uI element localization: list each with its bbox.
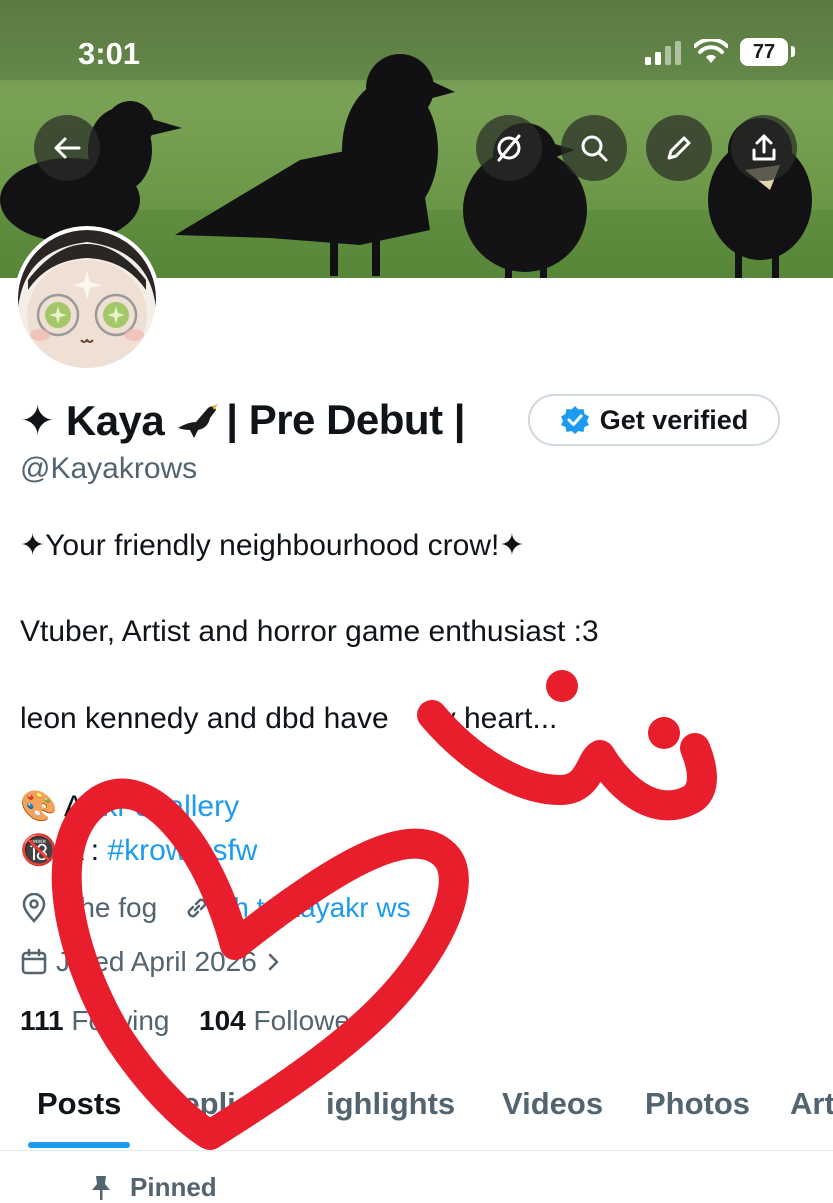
calendar-icon <box>21 948 47 975</box>
bio-line-3-end: y heart... <box>440 702 558 735</box>
tab-highlights[interactable]: ighlights <box>326 1086 455 1122</box>
bio-art-label: Ar <box>64 790 95 823</box>
pencil-icon <box>667 136 691 160</box>
display-name: ✦ Kaya <box>20 396 165 444</box>
display-name-suffix: | Pre Debut | <box>226 396 465 443</box>
tab-posts[interactable]: Posts <box>37 1086 121 1122</box>
edit-button[interactable] <box>646 115 712 181</box>
follow-counts: 111 Fo wing 104 Followers <box>20 1005 373 1037</box>
followers-count: 104 <box>199 1005 246 1036</box>
blackbird-emoji-icon <box>178 404 219 438</box>
followers-link[interactable]: 104 Followers <box>199 1005 373 1036</box>
share-icon <box>752 134 776 161</box>
profile-handle: @Kayakrows <box>20 452 198 485</box>
location-pin-icon <box>22 893 46 923</box>
bio-line-2: Vtuber, Artist and horror game enthusias… <box>20 615 599 648</box>
profile-tabs: Posts Replies ighlights Videos Photos Ar… <box>0 1070 833 1151</box>
joined-date-text: J ned April 2026 <box>56 946 257 977</box>
website-item[interactable]: ch.tv/kayakr ws <box>183 892 411 924</box>
status-bar: 3:01 77 <box>0 0 833 100</box>
tab-videos[interactable]: Videos <box>502 1086 603 1122</box>
bio-nsfw-label: A : <box>64 834 100 867</box>
following-label: Fo wing <box>71 1005 170 1036</box>
battery-indicator: 77 <box>740 38 788 66</box>
joined-row[interactable]: J ned April 2026 <box>20 946 309 978</box>
grok-button[interactable] <box>476 115 542 181</box>
grok-icon <box>497 134 521 162</box>
tab-photos[interactable]: Photos <box>645 1086 750 1122</box>
wifi-icon <box>694 39 728 63</box>
status-time: 3:01 <box>78 36 141 71</box>
search-button[interactable] <box>561 115 627 181</box>
tab-replies[interactable]: Replies <box>160 1086 270 1122</box>
bio-line-3: leon kennedy and dbd have y heart... <box>20 702 557 736</box>
followers-label: Followers <box>253 1005 374 1036</box>
pinned-label-row: Pinned <box>88 1172 217 1203</box>
profile-meta-row: I the fog ch.tv/kayakr ws <box>20 892 437 924</box>
bio-line-1: ✦Your friendly neighbourhood crow!✦ <box>20 529 525 562</box>
pinned-label: Pinned <box>130 1172 217 1202</box>
avatar[interactable] <box>14 226 160 372</box>
bio-nsfw-line: 🔞 A : #krow nsfw <box>20 833 257 868</box>
active-tab-indicator <box>28 1142 130 1148</box>
arrow-left-icon <box>54 137 81 159</box>
following-link[interactable]: 111 Fo wing <box>20 1005 177 1036</box>
bio-art-line: 🎨 Ar kr sgallery <box>20 789 239 824</box>
search-icon <box>581 135 608 162</box>
location-item: I the fog <box>20 892 157 924</box>
signal-icon <box>645 41 681 65</box>
bio-line-3-start: leon kennedy and dbd have <box>20 702 389 735</box>
joined-item[interactable]: J ned April 2026 <box>20 946 283 978</box>
tab-art[interactable]: Art <box>790 1086 833 1122</box>
back-button[interactable] <box>34 115 100 181</box>
get-verified-label: Get verified <box>599 404 749 435</box>
battery-level: 77 <box>752 41 776 63</box>
get-verified-button[interactable]: Get verified <box>528 394 780 446</box>
verified-badge-icon <box>560 406 589 434</box>
nsfw-hashtag-link[interactable]: #krow nsfw <box>107 834 257 867</box>
pin-icon <box>92 1175 110 1200</box>
location-text: I the fog <box>56 892 158 923</box>
no-under-18-emoji-icon: 🔞 <box>20 834 58 867</box>
avatar-illustration <box>18 230 156 368</box>
display-name-row: ✦ Kaya | Pre Debut | <box>20 390 465 450</box>
chevron-right-icon <box>268 953 279 971</box>
battery-tip <box>791 46 795 57</box>
link-icon <box>187 898 207 918</box>
following-count: 111 <box>20 1005 64 1036</box>
website-link[interactable]: ch.tv/kayakr ws <box>219 892 410 924</box>
share-button[interactable] <box>731 115 797 181</box>
palette-emoji-icon: 🎨 <box>20 790 58 823</box>
art-gallery-hashtag-link[interactable]: kr sgallery <box>102 790 239 823</box>
